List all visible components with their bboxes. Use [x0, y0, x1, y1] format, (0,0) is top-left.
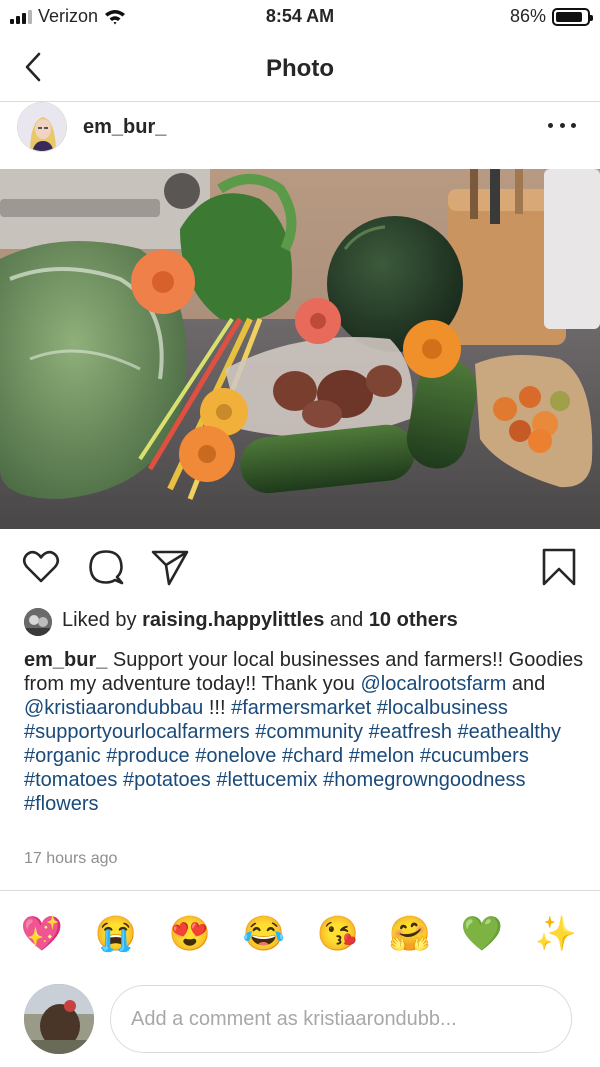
hashtag-link[interactable]: #eathealthy: [458, 721, 561, 743]
quick-reactions: 💖 😭 😍 😂 😘 🤗 💚 ✨: [0, 912, 600, 960]
comment-composer: [0, 982, 600, 1062]
likes-text: Liked by raising.happylittles and 10 oth…: [62, 609, 458, 632]
hashtag-link[interactable]: #chard: [282, 745, 343, 767]
post-photo[interactable]: [0, 169, 600, 529]
hashtag-link[interactable]: #onelove: [195, 745, 276, 767]
sparkles-emoji[interactable]: ✨: [534, 912, 578, 956]
tears-of-joy-emoji[interactable]: 😂: [242, 912, 286, 956]
hugging-emoji[interactable]: 🤗: [388, 912, 432, 956]
status-bar: Verizon 8:54 AM 86%: [0, 0, 600, 34]
hashtag-link[interactable]: #supportyourlocalfarmers: [24, 721, 250, 743]
kissing-heart-emoji[interactable]: 😘: [316, 912, 360, 956]
post-timestamp: 17 hours ago: [24, 850, 118, 867]
page-title: Photo: [266, 55, 334, 82]
battery-icon: [552, 7, 593, 26]
green-heart-emoji[interactable]: 💚: [460, 912, 504, 956]
hashtag-link[interactable]: #flowers: [24, 793, 98, 815]
hashtag-link[interactable]: #cucumbers: [420, 745, 529, 767]
mention-link[interactable]: @localrootsfarm: [360, 673, 506, 695]
hashtag-link[interactable]: #potatoes: [123, 769, 211, 791]
loudly-crying-emoji[interactable]: 😭: [94, 912, 138, 956]
post-actions: [0, 529, 600, 605]
hashtag-link[interactable]: #organic: [24, 745, 101, 767]
hashtag-link[interactable]: #homegrowngoodness: [323, 769, 525, 791]
likes-others[interactable]: 10 others: [369, 609, 458, 631]
battery-percent: 86%: [509, 6, 546, 26]
caption-author[interactable]: em_bur_: [24, 649, 107, 671]
heart-eyes-emoji[interactable]: 😍: [168, 912, 212, 956]
post-header: em_bur_: [0, 102, 600, 168]
hashtag-link[interactable]: #tomatoes: [24, 769, 117, 791]
comment-input[interactable]: [110, 985, 572, 1053]
comment-icon[interactable]: [86, 547, 126, 587]
hashtag-link[interactable]: #produce: [106, 745, 189, 767]
hashtag-link[interactable]: #farmersmarket: [231, 697, 371, 719]
post-username[interactable]: em_bur_: [83, 116, 166, 139]
hashtag-link[interactable]: #localbusiness: [377, 697, 508, 719]
more-horizontal-icon[interactable]: [548, 116, 576, 134]
hashtag-link[interactable]: #lettucemix: [216, 769, 317, 791]
caption-text: !!!: [203, 697, 232, 719]
heart-icon[interactable]: [21, 547, 61, 587]
hashtag-link[interactable]: #melon: [349, 745, 415, 767]
send-icon[interactable]: [150, 547, 190, 587]
sparkling-heart-emoji[interactable]: 💖: [20, 912, 64, 956]
post-caption: em_bur_ Support your local businesses an…: [24, 648, 584, 816]
likes-row[interactable]: Liked by raising.happylittles and 10 oth…: [0, 606, 600, 638]
nav-bar: Photo: [0, 34, 600, 102]
mention-link[interactable]: @kristiaarondubbau: [24, 697, 203, 719]
hashtag-link[interactable]: #community: [255, 721, 363, 743]
likes-prefix: Liked by: [62, 609, 143, 631]
avatar: [24, 984, 94, 1054]
divider: [0, 890, 600, 891]
avatar: [24, 608, 52, 636]
hashtag-link[interactable]: #eatfresh: [369, 721, 452, 743]
liker-username[interactable]: raising.happylittles: [142, 609, 324, 631]
chevron-left-icon[interactable]: [18, 50, 48, 84]
caption-text: and: [506, 673, 546, 695]
status-right: 86%: [509, 6, 593, 27]
bookmark-icon[interactable]: [539, 547, 579, 587]
avatar[interactable]: [17, 102, 67, 152]
likes-middle: and: [324, 609, 369, 631]
